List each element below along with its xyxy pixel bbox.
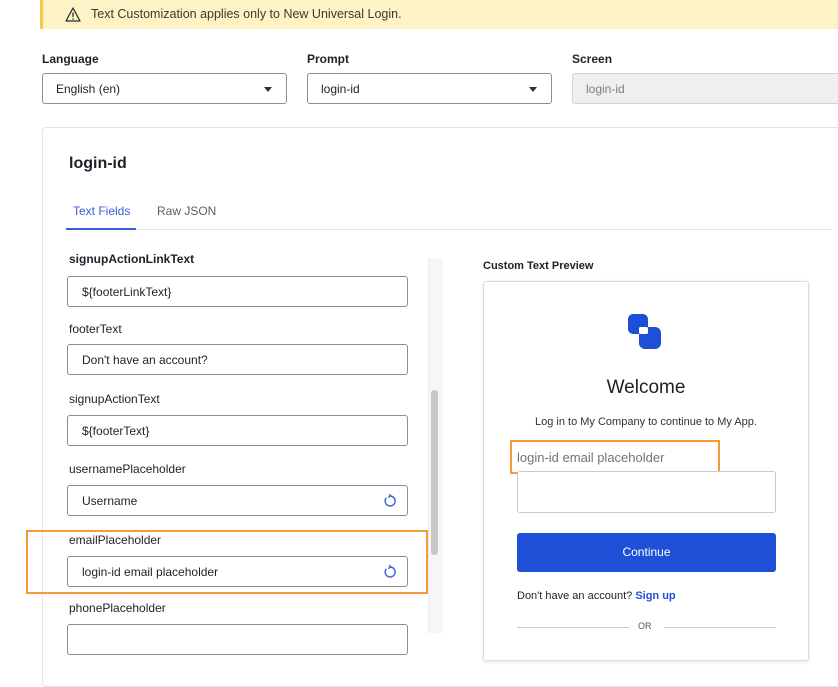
or-text: OR xyxy=(638,621,652,631)
signup-action-text-input[interactable]: ${footerText} xyxy=(67,415,408,446)
scrollbar-thumb[interactable] xyxy=(431,390,438,555)
field-label-phone-placeholder: phonePlaceholder xyxy=(69,601,166,615)
prompt-select[interactable]: login-id xyxy=(307,73,552,104)
field-label-signup-action-link-text: signupActionLinkText xyxy=(69,252,195,266)
field-value: ${footerLinkText} xyxy=(82,285,172,299)
chevron-down-icon xyxy=(264,87,272,92)
preview-email-input[interactable] xyxy=(517,471,776,513)
preview-label: Custom Text Preview xyxy=(483,260,594,272)
preview-welcome: Welcome xyxy=(606,377,686,398)
or-divider-left xyxy=(517,627,629,628)
reset-icon[interactable] xyxy=(383,494,397,508)
app-logo-icon xyxy=(628,314,661,349)
field-value: ${footerText} xyxy=(82,424,150,438)
prompt-label: Prompt xyxy=(307,52,349,66)
page-title: login-id xyxy=(69,155,127,172)
prompt-value: login-id xyxy=(321,82,360,96)
continue-button[interactable]: Continue xyxy=(517,533,776,572)
language-value: English (en) xyxy=(56,82,121,96)
signup-link[interactable]: Sign up xyxy=(635,590,675,602)
field-label-username-placeholder: usernamePlaceholder xyxy=(69,462,186,476)
field-value: Don't have an account? xyxy=(82,353,208,367)
field-label-footer-text: footerText xyxy=(69,322,122,336)
preview-email-highlight xyxy=(510,440,720,474)
signup-action-link-text-input[interactable]: ${footerLinkText} xyxy=(67,276,408,307)
tab-raw-json[interactable]: Raw JSON xyxy=(157,204,216,218)
field-label-signup-action-text: signupActionText xyxy=(69,392,160,406)
preview-subtitle: Log in to My Company to continue to My A… xyxy=(535,416,757,428)
preview-signup-row: Don't have an account? Sign up xyxy=(517,590,676,602)
banner-text: Text Customization applies only to New U… xyxy=(91,7,402,21)
warning-icon xyxy=(65,7,81,22)
language-label: Language xyxy=(42,52,99,66)
field-value: Username xyxy=(82,494,138,508)
preview-footer-text: Don't have an account? xyxy=(517,590,633,602)
phone-placeholder-input[interactable] xyxy=(67,624,408,655)
email-placeholder-highlight xyxy=(26,530,428,594)
chevron-down-icon xyxy=(529,87,537,92)
scroll-clip xyxy=(60,230,430,254)
footer-text-input[interactable]: Don't have an account? xyxy=(67,344,408,375)
screen-label: Screen xyxy=(572,52,613,66)
or-divider-right xyxy=(664,627,776,628)
tab-text-fields[interactable]: Text Fields xyxy=(73,204,130,218)
username-placeholder-input[interactable]: Username xyxy=(67,485,408,516)
screen-value: login-id xyxy=(586,82,625,96)
screen-select: login-id xyxy=(572,73,838,104)
language-select[interactable]: English (en) xyxy=(42,73,287,104)
warning-banner: Text Customization applies only to New U… xyxy=(40,0,838,29)
